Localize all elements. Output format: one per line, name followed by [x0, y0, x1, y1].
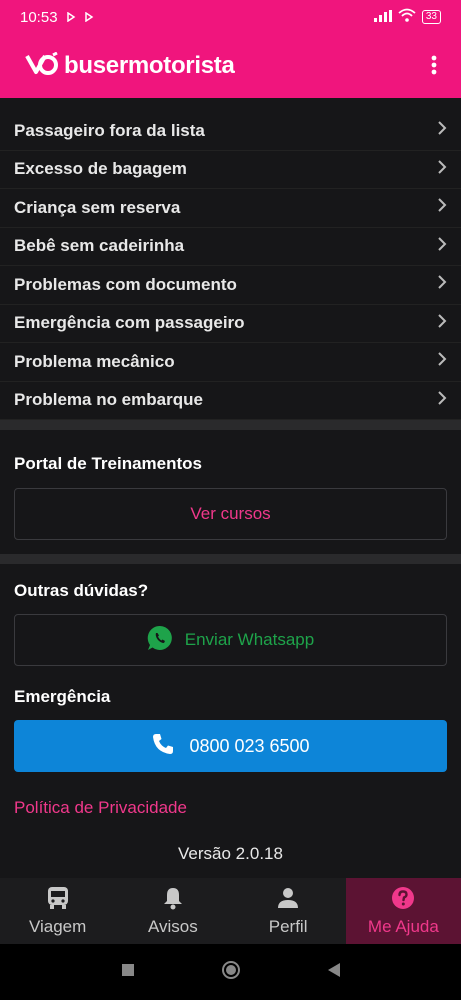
nav-label: Viagem: [28, 916, 87, 936]
list-item-crianca-sem-reserva[interactable]: Criança sem reserva: [0, 189, 461, 228]
bus-icon: [47, 886, 69, 915]
list-item-passageiro-fora-da-lista[interactable]: Passageiro fora da lista: [0, 112, 461, 151]
bell-icon: [162, 886, 184, 915]
list-item-label: Bebê sem cadeirinha: [14, 236, 185, 256]
list-item-label: Emergência com passageiro: [14, 313, 245, 333]
list-item-emergencia-com-passageiro[interactable]: Emergência com passageiro: [0, 305, 461, 343]
clock: 10:53: [20, 8, 58, 26]
list-item-label: Problemas com documento: [14, 274, 237, 294]
list-item-excesso-de-bagagem[interactable]: Excesso de bagagem: [0, 151, 461, 189]
phone-icon: [151, 732, 175, 761]
system-nav-bar: [0, 944, 461, 1000]
list-item-label: Problema no embarque: [14, 390, 203, 410]
nav-label: Perfil: [268, 916, 308, 936]
list-item-label: Problema mecânico: [14, 351, 175, 371]
list-item-label: Excesso de bagagem: [14, 159, 187, 179]
wifi-icon: [398, 8, 416, 26]
list-item-label: Criança sem reserva: [14, 197, 181, 217]
nav-label: Avisos: [147, 916, 198, 936]
main-content: Passageiro fora da lista Excesso de baga…: [0, 98, 461, 878]
battery-icon: 33: [421, 10, 441, 24]
chevron-right-icon: [437, 198, 447, 217]
list-item-label: Passageiro fora da lista: [14, 120, 205, 140]
list-item-problemas-com-documento[interactable]: Problemas com documento: [0, 266, 461, 305]
home-icon[interactable]: [221, 960, 241, 985]
person-icon: [277, 886, 299, 915]
emergency-phone-number: 0800 023 6500: [189, 735, 310, 756]
nav-item-me-ajuda[interactable]: Me Ajuda: [345, 878, 461, 944]
help-icon: [391, 886, 415, 915]
list-item-problema-mecanico[interactable]: Problema mecânico: [0, 343, 461, 382]
list-item-bebe-sem-cadeirinha[interactable]: Bebê sem cadeirinha: [0, 228, 461, 266]
list-item-problema-no-embarque[interactable]: Problema no embarque: [0, 382, 461, 420]
whatsapp-button-label: Enviar Whatsapp: [184, 630, 315, 649]
privacy-policy-link[interactable]: Política de Privacidade: [0, 798, 461, 818]
nav-label: Me Ajuda: [367, 916, 439, 936]
bottom-nav: Viagem Avisos Perfil Me Ajuda: [0, 878, 461, 944]
back-icon[interactable]: [327, 962, 341, 983]
app-version: Versão 2.0.18: [178, 844, 283, 863]
other-questions-title: Outras dúvidas?: [14, 581, 149, 600]
buser-logo-icon: [24, 51, 60, 81]
nav-item-viagem[interactable]: Viagem: [0, 878, 115, 944]
chevron-right-icon: [437, 275, 447, 294]
chevron-right-icon: [437, 237, 447, 256]
chevron-right-icon: [437, 314, 447, 333]
buser-logo: busermotorista: [24, 51, 235, 81]
section-divider: [0, 420, 461, 430]
training-title: Portal de Treinamentos: [14, 454, 202, 473]
play-icon: [66, 9, 76, 26]
chevron-right-icon: [437, 121, 447, 140]
signal-icon: [373, 9, 392, 26]
chevron-right-icon: [437, 160, 447, 179]
nav-item-perfil[interactable]: Perfil: [231, 878, 346, 944]
recents-icon[interactable]: [121, 963, 135, 982]
emergency-title: Emergência: [14, 687, 111, 706]
whatsapp-button[interactable]: Enviar Whatsapp: [14, 614, 447, 666]
chevron-right-icon: [437, 391, 447, 410]
section-divider: [0, 554, 461, 564]
help-list: Passageiro fora da lista Excesso de baga…: [0, 112, 461, 420]
call-emergency-button[interactable]: 0800 023 6500: [14, 720, 447, 772]
nav-item-avisos[interactable]: Avisos: [115, 878, 230, 944]
more-options-icon[interactable]: [431, 53, 437, 79]
status-bar: 10:53 33: [0, 0, 461, 34]
app-bar: busermotorista: [0, 34, 461, 98]
whatsapp-icon: [147, 625, 173, 656]
chevron-right-icon: [437, 352, 447, 371]
play-icon: [84, 9, 94, 26]
logo-text: busermotorista: [64, 52, 235, 79]
view-courses-button[interactable]: Ver cursos: [14, 488, 447, 540]
